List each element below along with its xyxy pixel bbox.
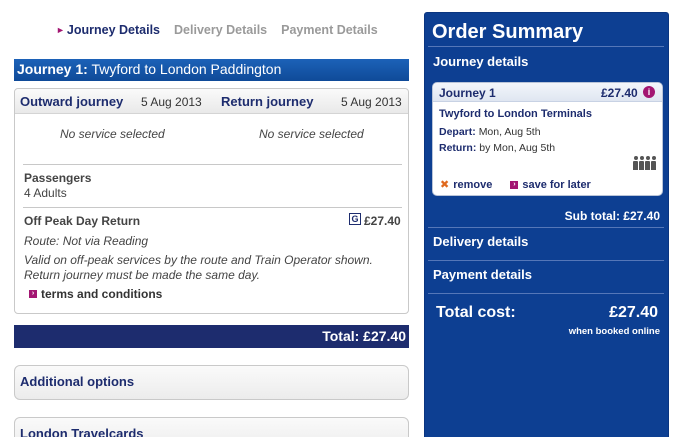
route-text: Route: Not via Reading <box>24 234 149 248</box>
order-summary-title: Order Summary <box>432 21 584 43</box>
validity-text: Valid on off-peak services by the route … <box>24 253 373 282</box>
london-travelcards-section[interactable]: London Travelcards <box>14 417 409 437</box>
journey-card-actions: ✖ remove › save for later <box>440 178 591 192</box>
passengers-icon <box>633 156 656 170</box>
fare-price: £27.40 <box>364 214 401 228</box>
arrow-right-icon: ► <box>56 25 65 35</box>
outward-journey-date: 5 Aug 2013 <box>141 95 202 109</box>
outward-service-status: No service selected <box>60 127 165 141</box>
return-journey-label: Return journey <box>221 94 314 109</box>
total-cost-value: £27.40 <box>609 304 658 321</box>
depart-value: Mon, Aug 5th <box>478 126 541 138</box>
london-travelcards-label: London Travelcards <box>20 426 144 437</box>
journey-title-route: Twyford to London Paddington <box>91 61 282 77</box>
journey-card-depart: Depart: Mon, Aug 5th <box>439 126 541 138</box>
divider <box>428 293 664 294</box>
terms-link[interactable]: › terms and conditions <box>29 287 162 301</box>
passengers-value: 4 Adults <box>24 186 67 200</box>
return-label: Return: <box>439 142 477 154</box>
step-journey-details[interactable]: ► Journey Details <box>56 23 160 37</box>
person-icon <box>639 156 644 170</box>
delivery-details-heading[interactable]: Delivery details <box>433 234 528 249</box>
additional-options-section[interactable]: Additional options <box>14 365 409 400</box>
journey-card-return: Return: by Mon, Aug 5th <box>439 142 555 154</box>
divider <box>428 46 664 47</box>
outward-journey-label: Outward journey <box>20 94 124 109</box>
fare-type-icon: G <box>349 213 361 225</box>
additional-options-label: Additional options <box>20 374 135 389</box>
person-icon <box>651 156 656 170</box>
divider <box>428 260 664 261</box>
journey-card-price: £27.40 <box>601 86 638 100</box>
journey-details-heading: Journey details <box>433 54 529 69</box>
depart-label: Depart: <box>439 126 476 138</box>
journey-panel-header: Outward journey 5 Aug 2013 Return journe… <box>15 89 408 114</box>
journey-title-bar: Journey 1: Twyford to London Paddington <box>14 59 409 81</box>
return-service-status: No service selected <box>259 127 364 141</box>
step-delivery-details[interactable]: Delivery Details <box>174 23 267 37</box>
divider <box>23 207 402 208</box>
return-journey-date: 5 Aug 2013 <box>341 95 402 109</box>
total-label: Total: £27.40 <box>322 328 406 344</box>
person-icon <box>645 156 650 170</box>
journey-card-header: Journey 1 £27.40 i <box>433 83 662 102</box>
info-icon[interactable]: i <box>643 86 655 98</box>
person-icon <box>633 156 638 170</box>
step-label: Delivery Details <box>174 23 268 37</box>
arrow-right-icon: › <box>29 290 37 298</box>
divider <box>23 164 402 165</box>
terms-label: terms and conditions <box>41 287 163 301</box>
remove-icon[interactable]: ✖ <box>440 178 449 191</box>
sub-total: Sub total: £27.40 <box>564 209 660 223</box>
journey-card-title: Journey 1 <box>439 86 496 100</box>
journey-title-prefix: Journey 1: <box>17 61 88 77</box>
divider <box>428 227 664 228</box>
total-bar: Total: £27.40 <box>14 325 409 348</box>
journey-card-stations: Twyford to London Terminals <box>439 108 592 120</box>
remove-link[interactable]: remove <box>453 179 492 191</box>
journey-summary-card: Journey 1 £27.40 i Twyford to London Ter… <box>432 82 663 196</box>
arrow-right-icon: › <box>510 180 519 189</box>
online-note: when booked online <box>568 326 660 337</box>
payment-details-heading[interactable]: Payment details <box>433 267 532 282</box>
journey-panel: Outward journey 5 Aug 2013 Return journe… <box>14 88 409 314</box>
save-for-later-link[interactable]: save for later <box>522 179 590 191</box>
step-payment-details[interactable]: Payment Details <box>281 23 378 37</box>
checkout-steps: ► Journey Details Delivery Details Payme… <box>56 22 392 38</box>
fare-name: Off Peak Day Return <box>24 214 141 228</box>
total-cost-label: Total cost: <box>436 304 516 321</box>
return-value: by Mon, Aug 5th <box>479 142 556 154</box>
passengers-label: Passengers <box>24 171 92 185</box>
step-label: Payment Details <box>281 23 378 37</box>
step-label: Journey Details <box>66 23 161 37</box>
order-summary-panel: Order Summary Journey details Journey 1 … <box>424 12 669 437</box>
